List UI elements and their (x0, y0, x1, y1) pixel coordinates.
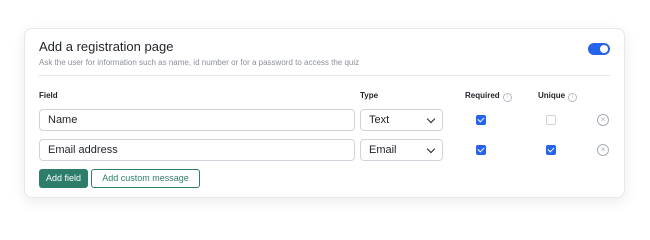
remove-field-icon[interactable]: × (597, 144, 609, 156)
info-icon[interactable]: i (502, 93, 512, 102)
section-title: Add a registration page (39, 39, 174, 54)
divider (39, 75, 610, 76)
unique-checkbox[interactable] (546, 145, 556, 155)
field-name-input[interactable]: Name (39, 109, 355, 131)
chevron-down-icon (426, 114, 436, 124)
required-checkbox[interactable] (476, 115, 486, 125)
registration-page-card: Add a registration page Ask the user for… (24, 28, 625, 198)
column-header-required-label: Required (465, 91, 500, 100)
chevron-down-icon (426, 144, 436, 154)
info-icon[interactable]: i (568, 93, 578, 102)
column-header-field: Field (39, 91, 58, 100)
column-header-type: Type (360, 91, 379, 100)
registration-toggle[interactable] (588, 43, 610, 55)
section-subtitle: Ask the user for information such as nam… (39, 58, 360, 67)
add-field-button[interactable]: Add field (39, 169, 88, 188)
column-header-unique-label: Unique (538, 91, 566, 100)
add-custom-message-button[interactable]: Add custom message (91, 169, 200, 188)
field-name-input[interactable]: Email address (39, 139, 355, 161)
field-type-select[interactable]: Email (360, 139, 443, 161)
field-type-select[interactable]: Text (360, 109, 443, 131)
toggle-knob (600, 45, 608, 53)
remove-field-icon[interactable]: × (597, 114, 609, 126)
field-type-value: Text (369, 114, 390, 126)
field-type-value: Email (369, 144, 397, 156)
required-checkbox[interactable] (476, 145, 486, 155)
column-header-required: Required i (465, 91, 512, 102)
column-header-unique: Unique i (538, 91, 578, 102)
unique-checkbox[interactable] (546, 115, 556, 125)
